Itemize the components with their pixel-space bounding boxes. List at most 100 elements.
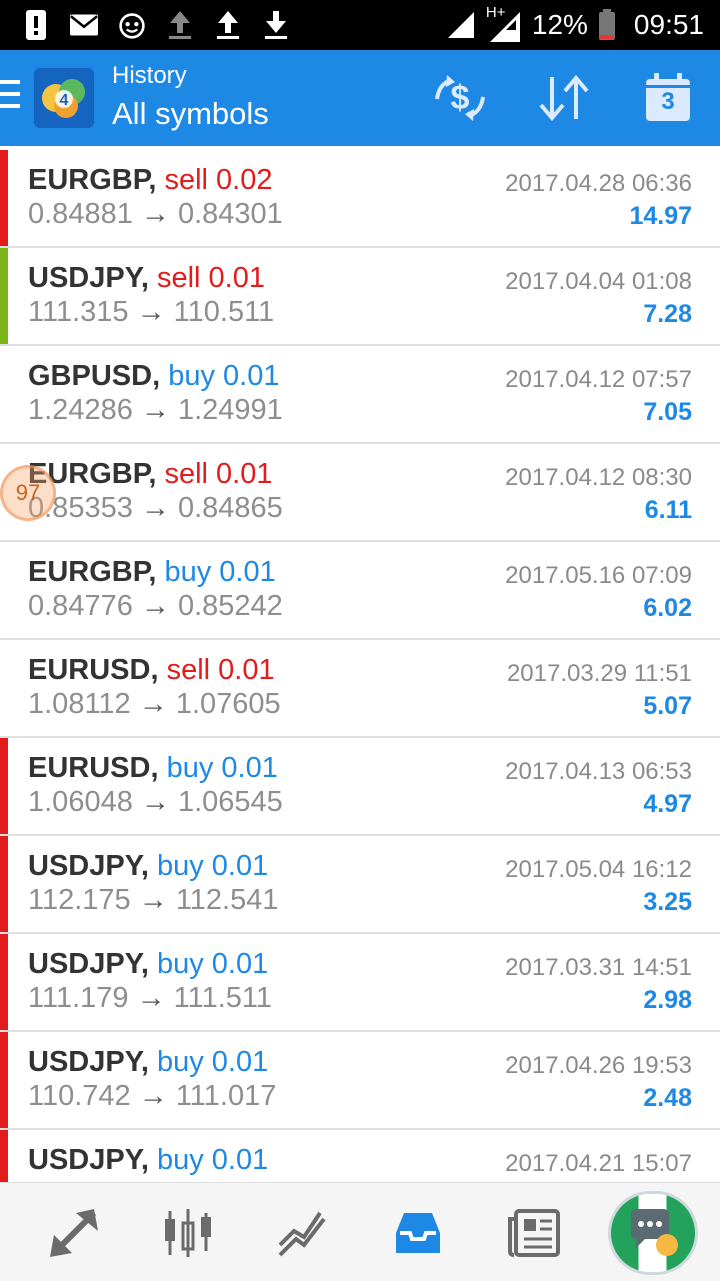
page-title[interactable]: All symbols	[112, 96, 269, 132]
trade-date: 2017.03.31 14:51	[505, 954, 692, 981]
currency-exchange-icon: $	[435, 75, 485, 121]
trade-type-volume: sell 0.01	[166, 654, 275, 686]
trade-prices: 110.742 → 111.017	[28, 1080, 276, 1113]
arrow-right-icon: →	[140, 394, 170, 426]
metatrader-logo-icon[interactable]: 4	[34, 68, 94, 128]
mail-icon	[70, 8, 98, 42]
download-icon	[262, 8, 290, 42]
arrow-right-icon: →	[136, 296, 166, 328]
arrow-right-icon: →	[140, 492, 170, 524]
trade-symbol: USDJPY,	[28, 1144, 149, 1176]
trade-symbol: GBPUSD,	[28, 360, 161, 392]
alert-icon	[22, 8, 50, 42]
calendar-day: 3	[661, 88, 675, 115]
sort-button[interactable]	[536, 70, 592, 126]
trade-symbol: USDJPY,	[28, 1046, 149, 1078]
trade-type-volume: buy 0.01	[156, 1144, 269, 1176]
trade-row[interactable]: USDJPY, buy 0.01 111.179 → 111.511 2017.03…	[0, 934, 720, 1032]
trade-symbol: EURGBP,	[28, 556, 157, 588]
chat-button[interactable]	[608, 1191, 698, 1275]
nav-trade[interactable]	[42, 1201, 106, 1265]
arrow-right-icon: →	[140, 786, 170, 818]
trade-date: 2017.05.04 16:12	[505, 856, 692, 883]
sort-icon	[539, 75, 589, 121]
trade-type-volume: buy 0.01	[166, 752, 278, 784]
nav-history[interactable]	[386, 1201, 450, 1265]
close-price: 0.85242	[177, 590, 283, 622]
nav-quotes[interactable]	[156, 1201, 220, 1265]
bottom-navigation	[0, 1182, 720, 1281]
trade-status-bar	[0, 150, 8, 246]
system-indicators: H+ 12% 09:51	[446, 4, 704, 44]
close-price: 112.541	[175, 884, 279, 916]
arrow-right-icon: →	[140, 198, 170, 230]
cat-icon	[118, 8, 146, 42]
trade-symbol: EURUSD,	[28, 654, 159, 686]
page-subtitle: History	[112, 62, 187, 89]
clock: 09:51	[633, 9, 704, 40]
trade-type-volume: sell 0.01	[156, 262, 265, 294]
close-price: 0.84865	[177, 492, 283, 524]
trade-type-volume: buy 0.01	[156, 948, 269, 980]
app-bar: 4 History All symbols $ 3	[0, 50, 720, 146]
nav-chart[interactable]	[270, 1201, 334, 1265]
trade-status-bar	[0, 346, 8, 442]
close-price: 111.511	[173, 982, 273, 1014]
close-price: 1.07605	[175, 688, 281, 720]
trade-symbol: USDJPY,	[28, 850, 149, 882]
trade-history-list[interactable]: EURGBP, sell 0.02 0.84881 → 0.84301 2017.0…	[0, 150, 720, 1182]
calendar-button[interactable]: 3	[640, 70, 696, 126]
trade-status-bar	[0, 1032, 8, 1128]
trade-row[interactable]: EURUSD, buy 0.01 1.06048 → 1.06545 2017.04…	[0, 738, 720, 836]
trade-row[interactable]: USDJPY, buy 0.01 110.742 → 111.017 2017.04…	[0, 1032, 720, 1130]
trade-profit: 5.07	[643, 692, 692, 720]
trade-status-bar	[0, 640, 8, 736]
trade-row[interactable]: USDJPY, sell 0.01 111.315 → 110.511 2017.0…	[0, 248, 720, 346]
arrow-right-icon: →	[140, 590, 170, 622]
nav-news[interactable]	[502, 1201, 566, 1265]
signal-icon	[447, 12, 474, 38]
open-price: 112.175	[28, 884, 131, 916]
trade-profit: 6.11	[644, 496, 692, 524]
trade-row[interactable]: EURUSD, sell 0.01 1.08112 → 1.07605 2017.0…	[0, 640, 720, 738]
trade-status-bar	[0, 934, 8, 1030]
notification-icons	[22, 8, 290, 42]
trade-prices: 0.85353 → 0.84865	[28, 492, 283, 525]
trade-prices: 1.24286 → 1.24991	[28, 394, 283, 427]
trade-status-bar	[0, 248, 8, 344]
open-price: 111.179	[28, 982, 129, 1014]
trade-date: 2017.04.28 06:36	[505, 170, 692, 197]
trade-profit: 14.97	[629, 202, 692, 230]
trade-profit: 3.25	[643, 888, 692, 916]
battery-percent: 12%	[531, 9, 588, 40]
trade-prices: 111.315 → 110.511	[28, 296, 274, 329]
trade-row[interactable]: EURGBP, sell 0.02 0.84881 → 0.84301 2017.0…	[0, 150, 720, 248]
trade-row[interactable]: EURGBP, buy 0.01 0.84776 → 0.85242 2017.05…	[0, 542, 720, 640]
status-bar: H+ 12% 09:51	[0, 0, 720, 50]
mobile-data-icon: H+	[486, 4, 522, 44]
trade-row[interactable]: USDJPY, buy 0.01 2017.04.21 15:07	[0, 1130, 720, 1182]
trade-type-volume: buy 0.01	[164, 556, 276, 588]
trade-row[interactable]: EURGBP, sell 0.01 0.85353 → 0.84865 2017.0…	[0, 444, 720, 542]
menu-button[interactable]	[0, 80, 22, 116]
trade-profit: 7.05	[643, 398, 692, 426]
trade-symbol: USDJPY,	[28, 948, 149, 980]
open-price: 110.742	[28, 1080, 131, 1112]
floating-badge[interactable]: 97	[0, 465, 56, 521]
news-icon	[508, 1209, 560, 1257]
trade-date: 2017.03.29 11:51	[506, 660, 692, 687]
trade-status-bar	[0, 836, 8, 932]
trade-date: 2017.05.16 07:09	[505, 562, 692, 589]
trade-row[interactable]: GBPUSD, buy 0.01 1.24286 → 1.24991 2017.04…	[0, 346, 720, 444]
trade-prices: 111.179 → 111.511	[28, 982, 272, 1015]
open-price: 111.315	[28, 296, 129, 328]
trade-date: 2017.04.21 15:07	[505, 1150, 692, 1177]
upload-icon	[166, 8, 194, 42]
trade-status-bar	[0, 542, 8, 638]
trade-row[interactable]: USDJPY, buy 0.01 112.175 → 112.541 2017.05…	[0, 836, 720, 934]
symbol-filter-button[interactable]: $	[432, 70, 488, 126]
menu-icon	[0, 80, 20, 84]
trade-profit: 2.48	[643, 1084, 692, 1112]
trade-type-volume: sell 0.02	[164, 164, 273, 196]
upload-icon	[214, 8, 242, 42]
